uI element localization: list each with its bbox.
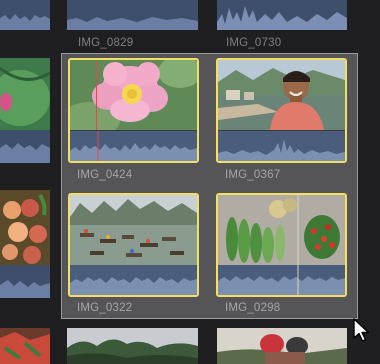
clip-left-lotus-leaf-partial[interactable] [0,58,50,163]
clip-img-0322[interactable] [68,193,199,297]
audio-waveform [70,131,197,161]
clip-thumbnail [218,195,345,265]
clip-label-img-0367: IMG_0367 [225,169,281,181]
clip-label-img-0730: IMG_0730 [226,37,282,49]
clip-thumbnail [70,195,197,265]
clip-label-img-0829: IMG_0829 [78,37,134,49]
clip-label-img-0298: IMG_0298 [225,302,281,314]
clip-img-0730[interactable] [217,0,347,30]
audio-waveform [70,265,197,295]
playhead-marker [96,60,97,130]
clip-left-fruit-partial[interactable] [0,190,50,298]
clip-label-img-0322: IMG_0322 [77,302,133,314]
mouse-pointer-icon [352,318,372,344]
clip-thumbnail [218,60,345,130]
clip-bottom-left-partial[interactable] [0,328,50,364]
audio-waveform [218,265,345,295]
clip-img-0829[interactable] [67,0,198,30]
clip-img-0424[interactable] [68,58,199,163]
audio-waveform [218,131,345,161]
clip-top-left-partial[interactable] [0,0,50,30]
clip-bottom-scooter-partial[interactable] [217,328,347,364]
clip-thumbnail [70,60,197,138]
clip-img-0367[interactable] [216,58,347,163]
clip-img-0298[interactable] [216,193,347,297]
clip-bottom-trees-partial[interactable] [67,328,198,364]
clip-label-img-0424: IMG_0424 [77,169,133,181]
